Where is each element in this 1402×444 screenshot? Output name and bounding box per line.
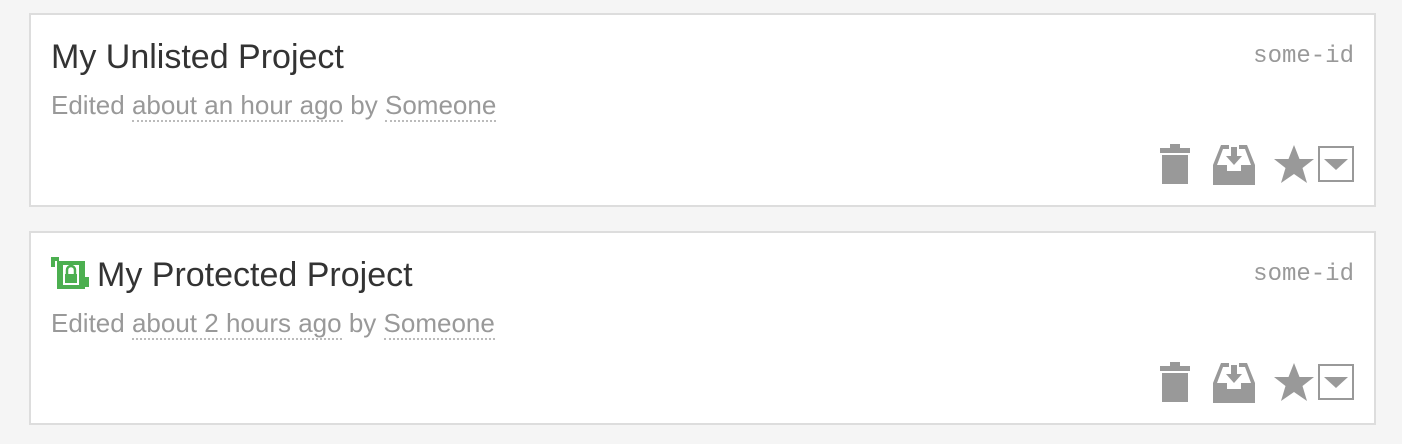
project-meta: Edited about an hour ago by Someone [51, 88, 497, 122]
archive-button[interactable] [1212, 142, 1256, 186]
project-title[interactable]: My Protected Project [97, 255, 413, 295]
archive-download-icon [1213, 363, 1255, 403]
caret-down-icon [1324, 377, 1348, 388]
project-title-row: My Unlisted Project [51, 37, 344, 77]
star-button[interactable] [1272, 360, 1316, 404]
project-title[interactable]: My Unlisted Project [51, 37, 344, 77]
caret-down-icon [1324, 159, 1348, 170]
project-id: some-id [1253, 43, 1354, 70]
star-button[interactable] [1272, 142, 1316, 186]
project-actions [1158, 360, 1354, 404]
delete-button[interactable] [1158, 360, 1192, 404]
by-label: by [348, 308, 377, 338]
editor-name[interactable]: Someone [384, 90, 497, 122]
project-meta: Edited about 2 hours ago by Someone [51, 306, 495, 340]
dropdown-button[interactable] [1318, 364, 1354, 400]
project-actions [1158, 142, 1354, 186]
edited-label: Edited [51, 90, 125, 120]
by-label: by [350, 90, 378, 120]
delete-button[interactable] [1158, 142, 1192, 186]
archive-download-icon [1213, 145, 1255, 185]
star-icon [1274, 363, 1314, 401]
editor-name[interactable]: Someone [383, 308, 495, 340]
project-id: some-id [1253, 261, 1354, 288]
trash-icon [1160, 144, 1190, 184]
project-title-row: My Protected Project [51, 255, 413, 295]
edited-label: Edited [51, 308, 125, 338]
archive-button[interactable] [1212, 360, 1256, 404]
protected-lock-icon [51, 257, 89, 289]
project-card[interactable]: My Protected Project some-id Edited abou… [29, 231, 1376, 425]
project-card[interactable]: My Unlisted Project some-id Edited about… [29, 13, 1376, 207]
edited-time[interactable]: about 2 hours ago [131, 308, 342, 340]
star-icon [1274, 145, 1314, 183]
trash-icon [1160, 362, 1190, 402]
edited-time[interactable]: about an hour ago [131, 90, 344, 122]
dropdown-button[interactable] [1318, 146, 1354, 182]
